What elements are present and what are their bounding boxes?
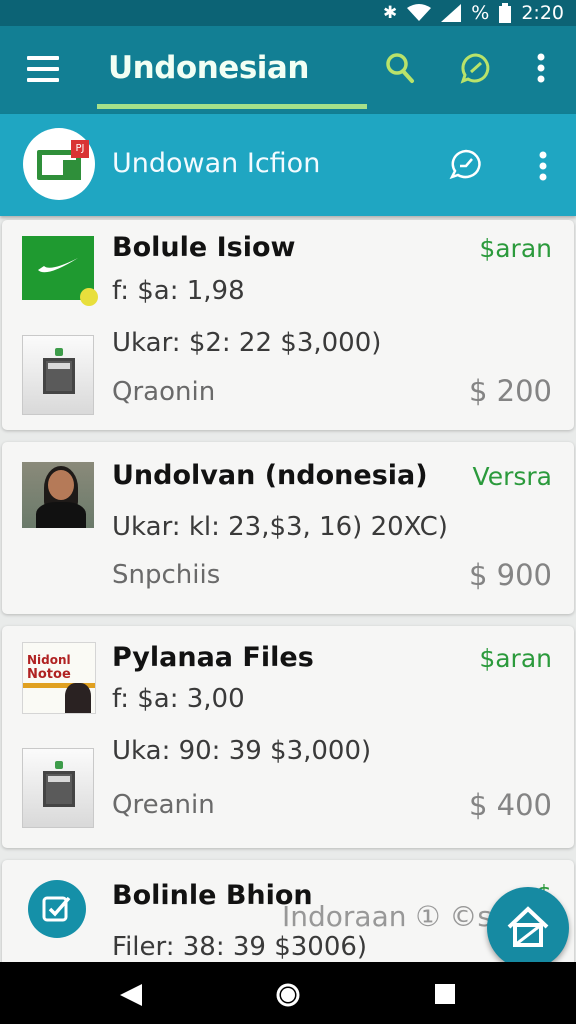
- poster-text: Notoe: [27, 667, 71, 682]
- wifi-icon: [407, 4, 432, 22]
- recents-icon[interactable]: [433, 982, 457, 1010]
- nike-logo-icon: [22, 236, 98, 306]
- status-bar: ✱ % 2:20: [0, 0, 576, 26]
- item-price: $ 900: [468, 558, 552, 592]
- item-subtitle: Qreanin: [112, 790, 215, 820]
- search-icon[interactable]: [385, 52, 415, 88]
- system-nav-bar: [0, 962, 576, 1024]
- conversation-header[interactable]: PJ Undowan Icfion: [0, 114, 576, 216]
- item-subtitle: Snpchiis: [112, 560, 221, 590]
- home-circle-icon[interactable]: [275, 982, 301, 1012]
- item-detail: Ukar: $2: 22 $3,000): [112, 328, 382, 358]
- item-tag: $aran: [479, 644, 552, 673]
- fab-home-button[interactable]: [487, 887, 569, 969]
- list-item[interactable]: Bolule Isiow $aran f: $a: 1,98 Ukar: $2:…: [2, 220, 574, 430]
- item-title: Undolvan (ndonesia): [112, 460, 428, 491]
- home-icon: [507, 906, 549, 947]
- chat-icon[interactable]: [460, 52, 492, 88]
- item-subtitle: Qraonin: [112, 377, 216, 407]
- battery-label: %: [471, 2, 490, 24]
- watermark-text: Indoraan ① ©s: [282, 900, 492, 933]
- item-price: $ 200: [468, 374, 552, 408]
- item-title: Bolule Isiow: [112, 232, 296, 263]
- item-price: $ 400: [468, 788, 552, 822]
- checkbox-icon[interactable]: [28, 880, 86, 938]
- list-item[interactable]: Undolvan (ndonesia) Versra Ukar: kl: 23,…: [2, 442, 574, 614]
- more-vert-icon[interactable]: [536, 52, 546, 88]
- chat-icon[interactable]: [449, 148, 483, 184]
- bluetooth-icon: ✱: [383, 3, 398, 23]
- app-bar: Undonesian: [0, 26, 576, 114]
- contact-photo: [22, 462, 94, 528]
- conversation-title: Undowan Icfion: [112, 148, 321, 179]
- item-detail: Filer: 38: 39 $3006): [112, 932, 368, 962]
- item-detail: Ukar: kl: 23,$3, 16) 20XC): [112, 512, 448, 542]
- item-tag: Versra: [472, 462, 552, 491]
- menu-icon[interactable]: [27, 56, 59, 82]
- back-icon[interactable]: [118, 982, 144, 1012]
- item-detail: f: $a: 3,00: [112, 684, 245, 714]
- poster-thumbnail: Nidonl Notoe: [22, 642, 96, 714]
- list-item[interactable]: Nidonl Notoe Pylanaa Files $aran f: $a: …: [2, 626, 574, 848]
- clock: 2:20: [521, 2, 564, 24]
- app-title: Undonesian: [108, 50, 309, 86]
- item-detail: Uka: 90: 39 $3,000): [112, 736, 372, 766]
- signal-icon: [441, 4, 462, 22]
- item-title: Pylanaa Files: [112, 642, 314, 673]
- item-tag: $aran: [479, 234, 552, 263]
- item-detail: f: $a: 1,98: [112, 276, 245, 306]
- more-vert-icon[interactable]: [538, 150, 548, 186]
- poster-text: Nidonl: [27, 653, 71, 667]
- battery-icon: [499, 3, 512, 23]
- device-icon: [22, 335, 94, 415]
- avatar[interactable]: PJ: [23, 128, 95, 200]
- tab-indicator: [97, 104, 367, 109]
- device-icon: [22, 748, 94, 828]
- notification-badge: PJ: [71, 140, 89, 158]
